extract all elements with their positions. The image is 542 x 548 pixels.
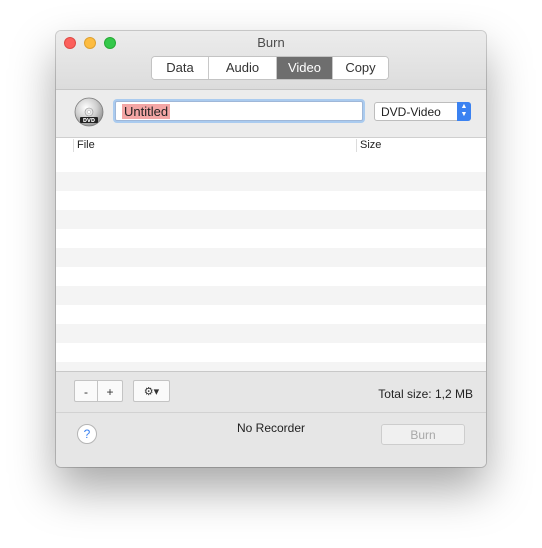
burn-button[interactable]: Burn — [381, 424, 465, 445]
file-list[interactable] — [56, 153, 486, 371]
add-button[interactable]: + — [98, 380, 123, 402]
table-row — [56, 248, 486, 267]
table-row — [56, 324, 486, 343]
table-row — [56, 172, 486, 191]
tab-copy[interactable]: Copy — [333, 57, 388, 79]
tab-bar: Data Audio Video Copy — [151, 56, 389, 80]
column-divider — [356, 139, 357, 152]
window-title: Burn — [257, 35, 285, 50]
dvd-disc-icon: DVD — [74, 97, 104, 127]
table-header: File Size — [56, 137, 486, 154]
titlebar: Burn Data Audio Video Copy — [56, 31, 486, 90]
bottom-bar: - + ⚙▾ Total size: 1,2 MB ? No Recorder … — [56, 371, 486, 467]
table-row — [56, 286, 486, 305]
column-header-file[interactable]: File — [77, 138, 95, 153]
table-row — [56, 191, 486, 210]
column-divider — [73, 139, 74, 152]
format-select-value: DVD-Video — [381, 105, 441, 119]
disc-name-text: Untitled — [122, 104, 171, 119]
table-row — [56, 229, 486, 248]
table-row — [56, 362, 486, 371]
column-header-size[interactable]: Size — [360, 138, 381, 153]
disc-name-input[interactable]: Untitled — [115, 101, 363, 121]
gear-menu-button[interactable]: ⚙▾ — [133, 380, 170, 402]
table-row — [56, 210, 486, 229]
table-row — [56, 267, 486, 286]
tab-video[interactable]: Video — [277, 57, 333, 79]
svg-text:DVD: DVD — [83, 118, 95, 124]
format-select[interactable]: DVD-Video ▲ ▼ — [374, 102, 471, 121]
updown-arrows-icon: ▲ ▼ — [457, 102, 471, 121]
burn-window: Burn Data Audio Video Copy DVD Untitled … — [56, 31, 486, 467]
divider — [56, 412, 486, 413]
gear-icon: ⚙▾ — [143, 386, 160, 398]
table-row — [56, 343, 486, 362]
tab-audio[interactable]: Audio — [209, 57, 277, 79]
tab-data[interactable]: Data — [152, 57, 209, 79]
table-row — [56, 305, 486, 324]
table-row — [56, 153, 486, 172]
remove-button[interactable]: - — [74, 380, 98, 402]
total-size-label: Total size: 1,2 MB — [378, 387, 473, 401]
